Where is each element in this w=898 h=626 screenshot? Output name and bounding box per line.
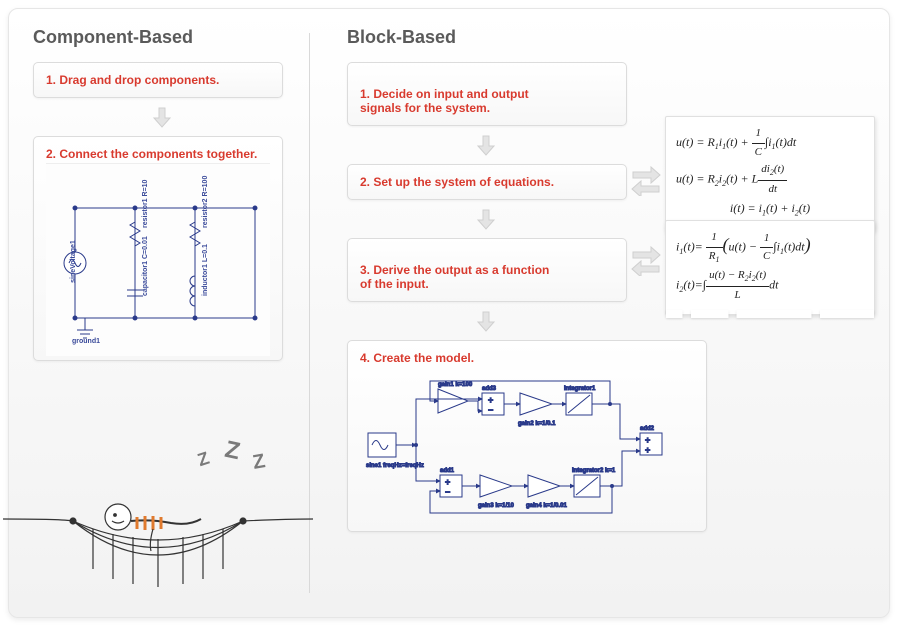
comparison-panel: Component-Based 1. Drag and drop compone… bbox=[8, 8, 890, 618]
eq2-3: i(t) = i1(t) + i2(t) bbox=[676, 199, 864, 220]
label-r2: resistor2 R=100 bbox=[202, 176, 209, 228]
left-step-1-text: 1. Drag and drop components. bbox=[46, 73, 219, 87]
right-step-2-text: 2. Set up the system of equations. bbox=[360, 175, 554, 189]
label-ground: ground1 bbox=[72, 338, 100, 345]
circuit-diagram: sineVoltage1 ground1 resistor1 R=10 capa… bbox=[46, 163, 270, 356]
svg-text:+: + bbox=[445, 477, 450, 487]
right-step-2: 2. Set up the system of equations. bbox=[347, 164, 627, 200]
left-step-2-text: 2. Connect the components together. bbox=[46, 147, 257, 161]
eq3-1: i1(t)= 1R1(u(t) − 1C∫i1(t)dt) bbox=[676, 229, 864, 267]
arrow-down-icon bbox=[475, 208, 497, 230]
right-step-3: 3. Derive the output as a function of th… bbox=[347, 238, 627, 302]
svg-text:−: − bbox=[445, 487, 450, 497]
arrow-bidir-icon bbox=[631, 242, 661, 276]
bd-gain4: gain4 k=1/0.01 bbox=[526, 503, 568, 509]
arrow-down-icon bbox=[475, 134, 497, 156]
svg-text:+: + bbox=[645, 445, 650, 455]
eq3-2: i2(t)=∫u(t) − R2i2(t)Ldt bbox=[676, 267, 864, 305]
bd-gain3: gain3 k=1/10 bbox=[478, 503, 515, 509]
right-step-1-text: 1. Decide on input and output signals fo… bbox=[360, 87, 529, 115]
block-diagram: sine1 freqHz=freqHz gain1 k=100 + − add3… bbox=[360, 371, 690, 521]
arrow-down-icon bbox=[475, 310, 497, 332]
left-step-1: 1. Drag and drop components. bbox=[33, 62, 283, 98]
left-step-2: 2. Connect the components together. bbox=[33, 136, 283, 361]
bd-int1: integrator1 bbox=[564, 386, 596, 392]
equations-step3-note: i1(t)= 1R1(u(t) − 1C∫i1(t)dt) i2(t)=∫u(t… bbox=[665, 220, 875, 315]
svg-text:+: + bbox=[645, 435, 650, 445]
left-title: Component-Based bbox=[33, 27, 291, 48]
bd-add1: add1 bbox=[440, 468, 455, 474]
bd-int2: integrator2 k=1 bbox=[572, 468, 616, 474]
bd-gain1: gain1 k=100 bbox=[438, 382, 473, 388]
right-step-1: 1. Decide on input and output signals fo… bbox=[347, 62, 627, 126]
arrow-down-icon bbox=[151, 106, 173, 128]
right-title: Block-Based bbox=[347, 27, 865, 48]
bd-add3: add3 bbox=[482, 386, 497, 392]
svg-text:+: + bbox=[488, 395, 493, 405]
eq2-2: u(t) = R2i2(t) + Ldi2(t)dt bbox=[676, 161, 864, 199]
label-c: capacitor1 C=0.01 bbox=[142, 236, 149, 296]
svg-text:−: − bbox=[488, 405, 493, 415]
right-step-4-text: 4. Create the model. bbox=[360, 351, 474, 365]
arrow-bidir-icon bbox=[631, 162, 661, 196]
block-based-column: Block-Based 1. Decide on input and outpu… bbox=[317, 9, 883, 617]
label-r1: resistor1 R=10 bbox=[142, 180, 149, 228]
equations-step2-note: u(t) = R1i1(t) + 1C∫i1(t)dt u(t) = R2i2(… bbox=[665, 116, 875, 231]
label-l: inductor1 L=0.1 bbox=[202, 244, 209, 296]
eq2-1: u(t) = R1i1(t) + 1C∫i1(t)dt bbox=[676, 125, 864, 161]
bd-gain2: gain2 k=1/0.1 bbox=[518, 421, 556, 427]
bd-src: sine1 freqHz=freqHz bbox=[366, 463, 424, 469]
label-source: sineVoltage1 bbox=[70, 240, 77, 283]
right-step-4: 4. Create the model. sine1 freqHz=freqHz bbox=[347, 340, 707, 532]
bd-add2: add2 bbox=[640, 426, 655, 432]
component-based-column: Component-Based 1. Drag and drop compone… bbox=[9, 9, 309, 617]
hammock-illustration: Z Z Z bbox=[3, 429, 313, 599]
right-step-3-text: 3. Derive the output as a function of th… bbox=[360, 263, 549, 291]
